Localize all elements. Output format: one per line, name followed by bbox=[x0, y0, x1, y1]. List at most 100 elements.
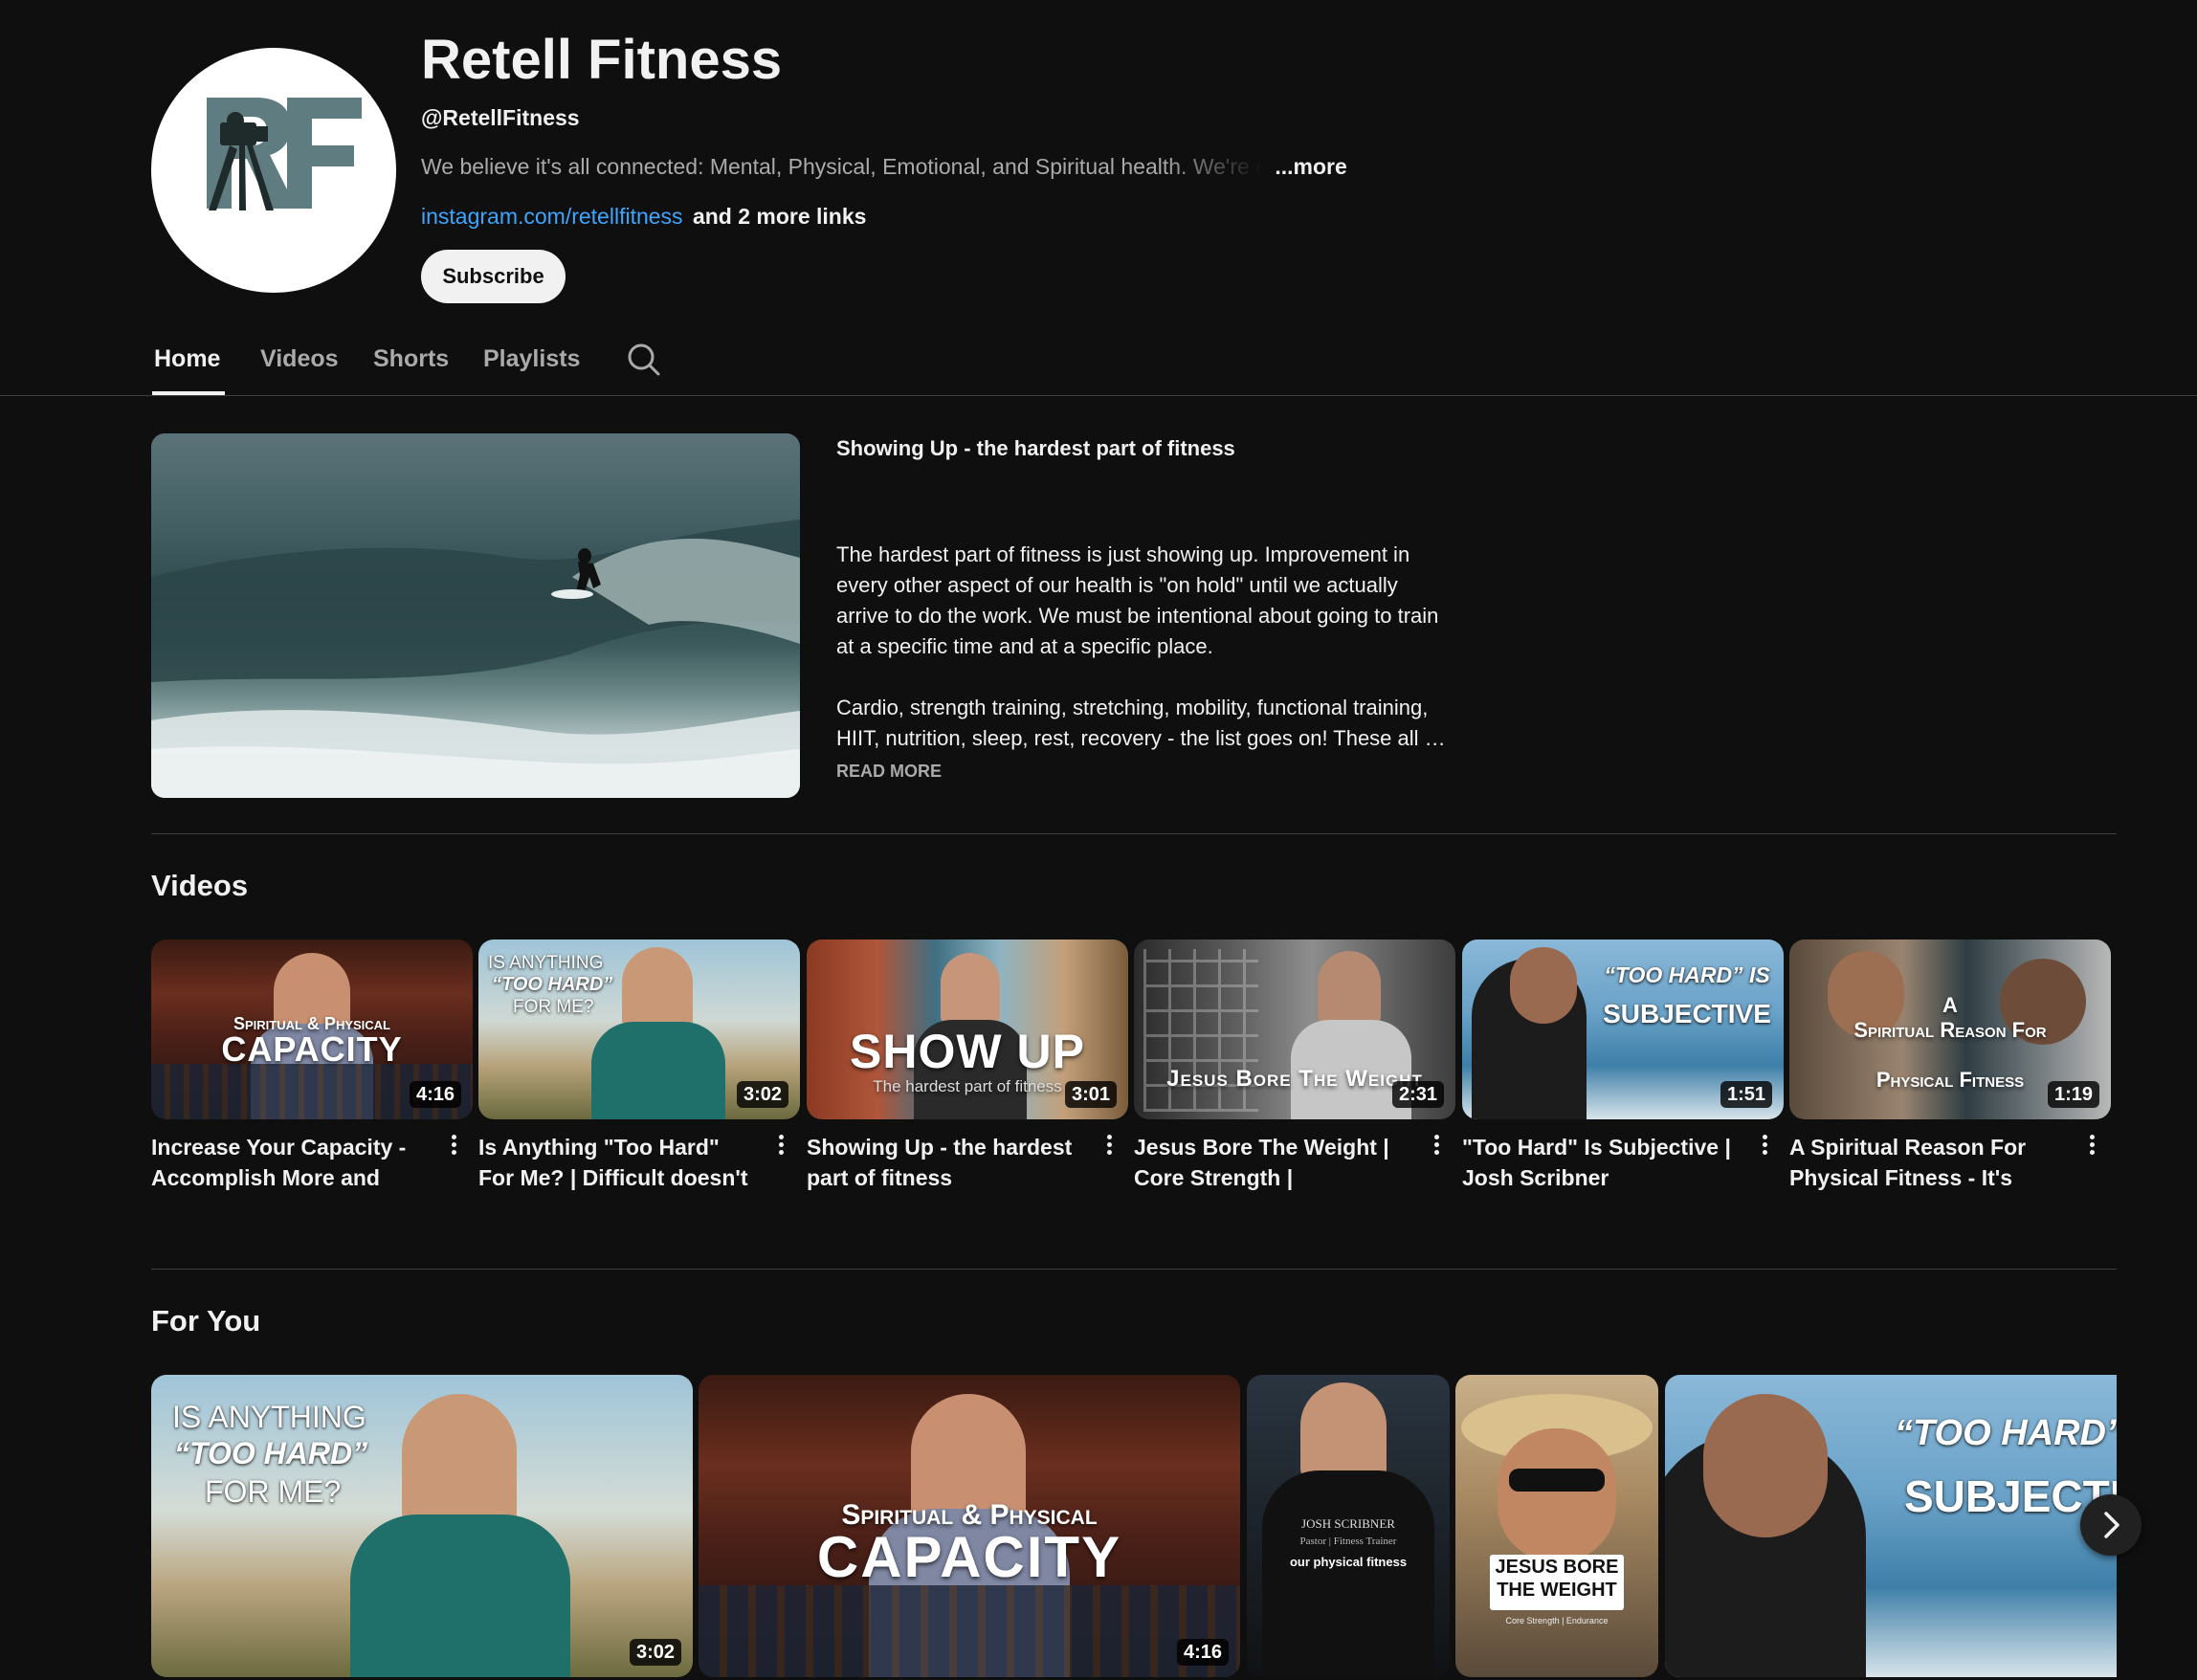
duration-badge: 3:02 bbox=[629, 1639, 681, 1666]
overlay-caption-main: SUBJECTIVE bbox=[1603, 999, 1771, 1028]
presenter-figure bbox=[1318, 951, 1381, 1026]
overlay-caption-main: SHOW UP bbox=[850, 1025, 1085, 1078]
video-title[interactable]: Is Anything "Too Hard" For Me? | Difficu… bbox=[478, 1132, 756, 1193]
channel-description[interactable]: We believe it's all connected: Mental, P… bbox=[421, 151, 1347, 182]
more-actions-button[interactable] bbox=[771, 1132, 790, 1162]
instagram-link[interactable]: instagram.com/retellfitness bbox=[421, 204, 683, 229]
for-you-thumbnail[interactable]: IS ANYTHING “TOO HARD” FOR ME? 3:02 bbox=[151, 1375, 693, 1677]
chevron-right-icon bbox=[2104, 1512, 2119, 1538]
kebab-dot bbox=[1762, 1150, 1767, 1155]
more-actions-button[interactable] bbox=[1427, 1132, 1446, 1162]
description-more-link[interactable]: ...more bbox=[1275, 154, 1346, 179]
overlay-caption-mid: Spiritual Reason For bbox=[1853, 1018, 2047, 1042]
video-title[interactable]: Jesus Bore The Weight | Core Strength | … bbox=[1134, 1132, 1411, 1193]
section-divider bbox=[151, 833, 2117, 834]
surfer-head bbox=[1510, 947, 1577, 1024]
video-title[interactable]: "Too Hard" Is Subjective | Josh Scribner bbox=[1462, 1132, 1740, 1193]
featured-read-more[interactable]: READ MORE bbox=[836, 759, 942, 784]
duration-badge: 3:01 bbox=[1064, 1081, 1117, 1108]
overlay-caption-top: IS ANYTHING bbox=[172, 1400, 366, 1434]
kebab-dot bbox=[451, 1150, 456, 1155]
overlay-caption-mid: “TOO HARD” bbox=[174, 1436, 368, 1470]
video-thumbnail[interactable]: SHOW UP The hardest part of fitness 3:01 bbox=[807, 939, 1128, 1119]
presenter-figure bbox=[941, 953, 1000, 1026]
presenter-figure bbox=[402, 1394, 517, 1528]
featured-video-title[interactable]: Showing Up - the hardest part of fitness bbox=[836, 434, 1449, 463]
kebab-dot bbox=[1106, 1135, 1112, 1139]
kebab-dot bbox=[451, 1142, 456, 1147]
more-actions-button[interactable] bbox=[1099, 1132, 1119, 1162]
tab-playlists[interactable]: Playlists bbox=[483, 343, 580, 375]
for-you-heading: For You bbox=[151, 1304, 261, 1337]
overlay-caption-bot: FOR ME? bbox=[513, 997, 594, 1017]
channel-links: instagram.com/retellfitness and 2 more l… bbox=[421, 201, 866, 232]
kebab-dot bbox=[2089, 1150, 2095, 1155]
sign-subline: Core Strength | Endurance bbox=[1505, 1616, 1609, 1625]
video-thumbnail[interactable]: IS ANYTHING “TOO HARD” FOR ME? 3:02 bbox=[478, 939, 800, 1119]
kebab-dot bbox=[1762, 1135, 1767, 1139]
kebab-dot bbox=[1433, 1142, 1439, 1147]
video-thumbnail[interactable]: A Spiritual Reason For Physical Fitness … bbox=[1789, 939, 2111, 1119]
kebab-dot bbox=[2089, 1142, 2095, 1147]
surfer-head bbox=[1703, 1394, 1828, 1537]
kebab-dot bbox=[778, 1150, 784, 1155]
video-thumbnail[interactable]: Jesus Bore The Weight 2:31 bbox=[1134, 939, 1455, 1119]
description-text: We believe it's all connected: Mental, P… bbox=[421, 154, 1263, 179]
channel-handle: @RetellFitness bbox=[421, 105, 580, 130]
for-you-thumbnail[interactable]: Spiritual & Physical CAPACITY 4:16 bbox=[699, 1375, 1240, 1677]
kebab-dot bbox=[451, 1135, 456, 1139]
sign-line-2: THE WEIGHT bbox=[1497, 1580, 1617, 1601]
duration-badge: 1:51 bbox=[1720, 1081, 1772, 1108]
featured-description-2: Cardio, strength training, stretching, m… bbox=[836, 696, 1446, 750]
duration-badge: 4:16 bbox=[409, 1081, 461, 1108]
kebab-dot bbox=[1762, 1142, 1767, 1147]
tab-videos[interactable]: Videos bbox=[260, 343, 339, 375]
videos-section-heading[interactable]: Videos bbox=[151, 867, 248, 905]
tab-home[interactable]: Home bbox=[154, 343, 220, 375]
video-title[interactable]: Increase Your Capacity - Accomplish More… bbox=[151, 1132, 429, 1193]
featured-video-player[interactable] bbox=[151, 433, 800, 798]
more-actions-button[interactable] bbox=[444, 1132, 463, 1162]
overlay-caption-top: “TOO HARD” bbox=[1895, 1413, 2117, 1453]
kebab-dot bbox=[778, 1142, 784, 1147]
short-name-line: JOSH SCRIBNER bbox=[1301, 1516, 1395, 1531]
short-role-line: Pastor | Fitness Trainer bbox=[1299, 1536, 1397, 1547]
channel-search-button[interactable] bbox=[625, 341, 663, 379]
kebab-dot bbox=[1433, 1150, 1439, 1155]
video-thumbnail[interactable]: Spiritual & Physical CAPACITY 4:16 bbox=[151, 939, 473, 1119]
more-actions-button[interactable] bbox=[1755, 1132, 1774, 1162]
duration-badge: 1:19 bbox=[2047, 1081, 2099, 1108]
presenter-shirt bbox=[350, 1514, 570, 1677]
search-icon bbox=[628, 343, 660, 376]
more-links-link[interactable]: and 2 more links bbox=[693, 204, 867, 229]
video-thumbnail[interactable]: “TOO HARD” IS SUBJECTIVE 1:51 bbox=[1462, 939, 1784, 1119]
overlay-caption-main: CAPACITY bbox=[221, 1029, 403, 1069]
video-title[interactable]: Showing Up - the hardest part of fitness bbox=[807, 1132, 1084, 1193]
for-you-short-thumbnail[interactable]: JESUS BORE THE WEIGHT Core Strength | En… bbox=[1455, 1375, 1658, 1677]
subscribe-button[interactable]: Subscribe bbox=[421, 250, 566, 303]
overlay-caption-top: A bbox=[1942, 993, 1958, 1017]
for-you-thumbnail[interactable]: “TOO HARD” SUBJECTIVE bbox=[1665, 1375, 2117, 1677]
retell-fitness-logo bbox=[207, 98, 362, 210]
channel-avatar[interactable] bbox=[151, 48, 396, 293]
for-you-short-thumbnail[interactable]: JOSH SCRIBNER Pastor | Fitness Trainer o… bbox=[1247, 1375, 1450, 1677]
kebab-dot bbox=[778, 1135, 784, 1139]
church-pews bbox=[699, 1585, 1240, 1677]
shelf-next-button[interactable] bbox=[2080, 1494, 2142, 1556]
duration-badge: 4:16 bbox=[1176, 1639, 1229, 1666]
surfer-wave-image bbox=[151, 519, 800, 798]
duration-badge: 3:02 bbox=[736, 1081, 788, 1108]
featured-description-1: The hardest part of fitness is just show… bbox=[836, 542, 1439, 658]
section-divider bbox=[151, 1269, 2117, 1270]
presenter-face bbox=[1498, 1428, 1616, 1562]
tabs-divider bbox=[0, 395, 2197, 396]
overlay-caption-top: IS ANYTHING bbox=[488, 953, 604, 973]
duration-badge: 2:31 bbox=[1391, 1081, 1444, 1108]
more-actions-button[interactable] bbox=[2082, 1132, 2101, 1162]
video-title[interactable]: A Spiritual Reason For Physical Fitness … bbox=[1789, 1132, 2067, 1193]
tab-shorts[interactable]: Shorts bbox=[373, 343, 449, 375]
overlay-caption-mid: “TOO HARD” bbox=[492, 974, 613, 995]
overlay-caption-top: “TOO HARD” IS bbox=[1604, 962, 1770, 987]
kebab-dot bbox=[1106, 1142, 1112, 1147]
channel-name: Retell Fitness bbox=[421, 29, 783, 91]
